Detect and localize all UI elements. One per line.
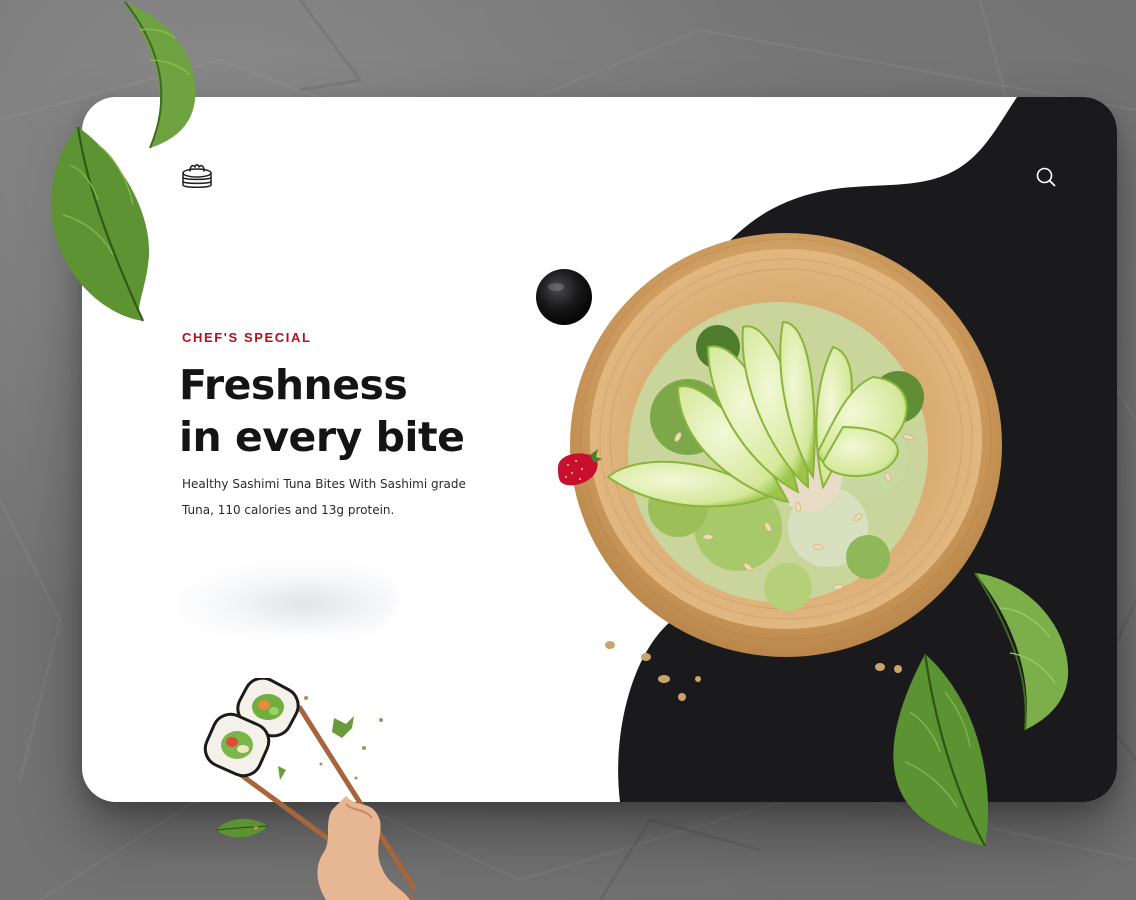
strawberry-image [558, 449, 602, 486]
salad-bowl-image [570, 233, 1002, 657]
description-line-1: Healthy Sashimi Tuna Bites With Sashimi … [182, 477, 466, 491]
dumpling-steamer-logo[interactable] [180, 160, 214, 194]
hero-description: Healthy Sashimi Tuna Bites With Sashimi … [182, 471, 482, 523]
basil-leaf-image [893, 653, 989, 847]
hero-headline: Freshness in every bite [179, 359, 465, 463]
sushi-chopsticks-image [203, 678, 417, 900]
description-line-2: Tuna, 110 calories and 13g protein. [182, 503, 395, 517]
basil-leaf-image [51, 126, 150, 322]
section-eyebrow: CHEF'S SPECIAL [182, 330, 312, 345]
presentation-scene: CHEF'S SPECIAL Freshness in every bite H… [0, 0, 1136, 900]
headline-line-2: in every bite [179, 413, 465, 461]
cta-button-shadow[interactable] [167, 559, 397, 633]
crumbs-decoration [605, 641, 902, 701]
headline-line-1: Freshness [179, 361, 408, 409]
search-icon[interactable] [1034, 165, 1058, 189]
